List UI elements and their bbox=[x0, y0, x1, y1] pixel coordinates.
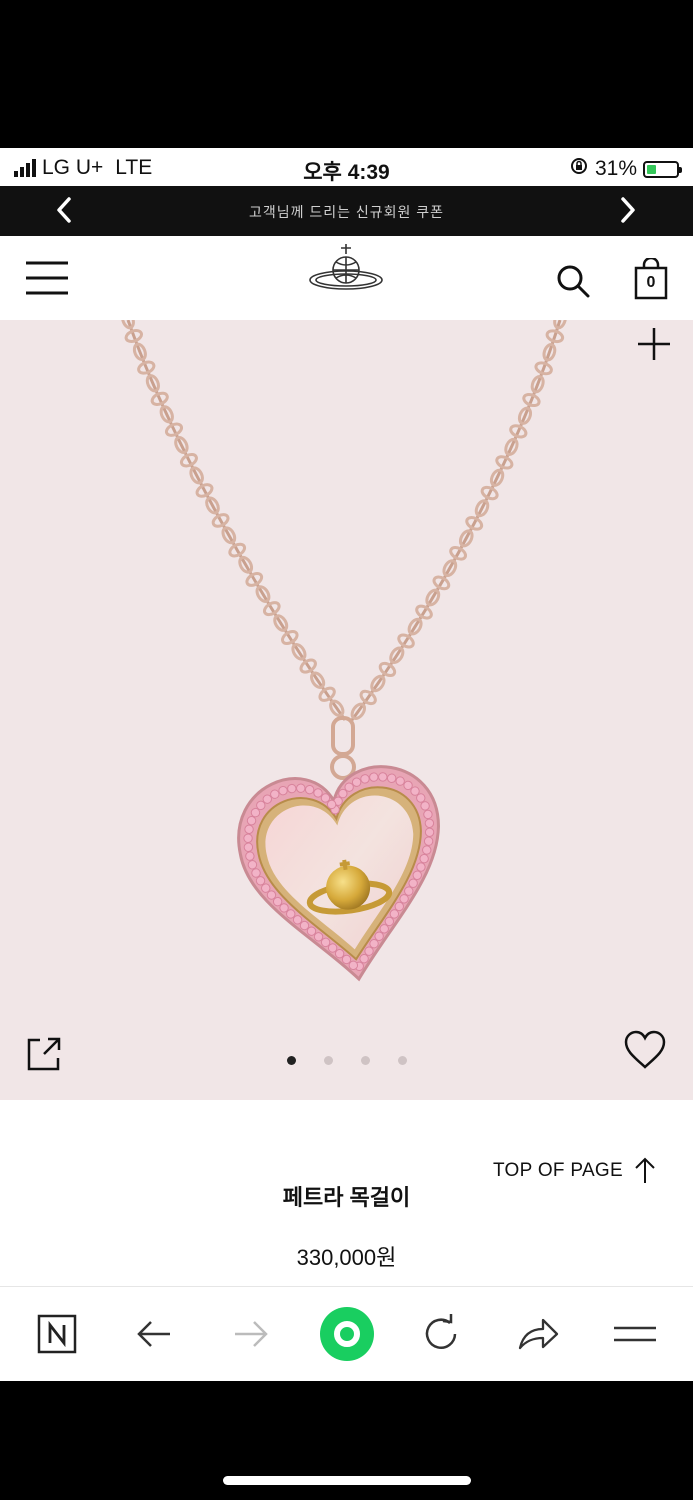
status-bar: LG U+ LTE 오후 4:39 31% bbox=[0, 148, 693, 186]
announcement-bar: 고객님께 드리는 신규회원 쿠폰 bbox=[0, 186, 693, 236]
slide-dot[interactable] bbox=[361, 1056, 370, 1065]
announcement-text[interactable]: 고객님께 드리는 신규회원 쿠폰 bbox=[0, 202, 693, 222]
slide-dot[interactable] bbox=[398, 1056, 407, 1065]
necklace-image bbox=[121, 320, 567, 982]
menu-icon[interactable] bbox=[610, 1309, 660, 1359]
top-of-page-link[interactable]: TOP OF PAGE bbox=[492, 1157, 655, 1183]
home-indicator[interactable] bbox=[223, 1476, 471, 1485]
slide-dot[interactable] bbox=[324, 1056, 333, 1065]
battery-percent: 31% bbox=[594, 157, 637, 180]
product-info: TOP OF PAGE 페트라 목걸이 330,000원 bbox=[0, 1100, 693, 1286]
rotation-lock-icon bbox=[569, 156, 589, 182]
product-price: 330,000원 bbox=[296, 1245, 397, 1270]
naver-icon[interactable] bbox=[32, 1309, 82, 1359]
search-icon[interactable] bbox=[556, 264, 590, 303]
browser-toolbar bbox=[0, 1286, 693, 1381]
reload-icon[interactable] bbox=[416, 1309, 466, 1359]
site-header: 0 bbox=[0, 236, 693, 320]
forward-icon[interactable] bbox=[226, 1309, 276, 1359]
cart-icon[interactable]: 0 bbox=[634, 256, 668, 305]
share-icon[interactable] bbox=[513, 1309, 563, 1359]
home-icon[interactable] bbox=[318, 1305, 376, 1363]
brand-logo-icon[interactable] bbox=[306, 242, 386, 303]
cart-count: 0 bbox=[646, 274, 656, 291]
announcement-next-button[interactable] bbox=[616, 194, 640, 234]
wishlist-heart-icon[interactable] bbox=[624, 1030, 666, 1075]
top-of-page-label: TOP OF PAGE bbox=[492, 1160, 623, 1181]
product-gallery[interactable] bbox=[0, 320, 693, 1100]
battery-icon bbox=[643, 160, 682, 178]
slide-indicator[interactable] bbox=[0, 1056, 693, 1068]
zoom-plus-icon[interactable] bbox=[636, 326, 672, 367]
hamburger-menu-icon[interactable] bbox=[26, 260, 68, 301]
slide-dot[interactable] bbox=[287, 1056, 296, 1065]
product-name: 페트라 목걸이 bbox=[282, 1185, 411, 1210]
status-right: 31% bbox=[569, 156, 682, 182]
back-icon[interactable] bbox=[129, 1309, 179, 1359]
